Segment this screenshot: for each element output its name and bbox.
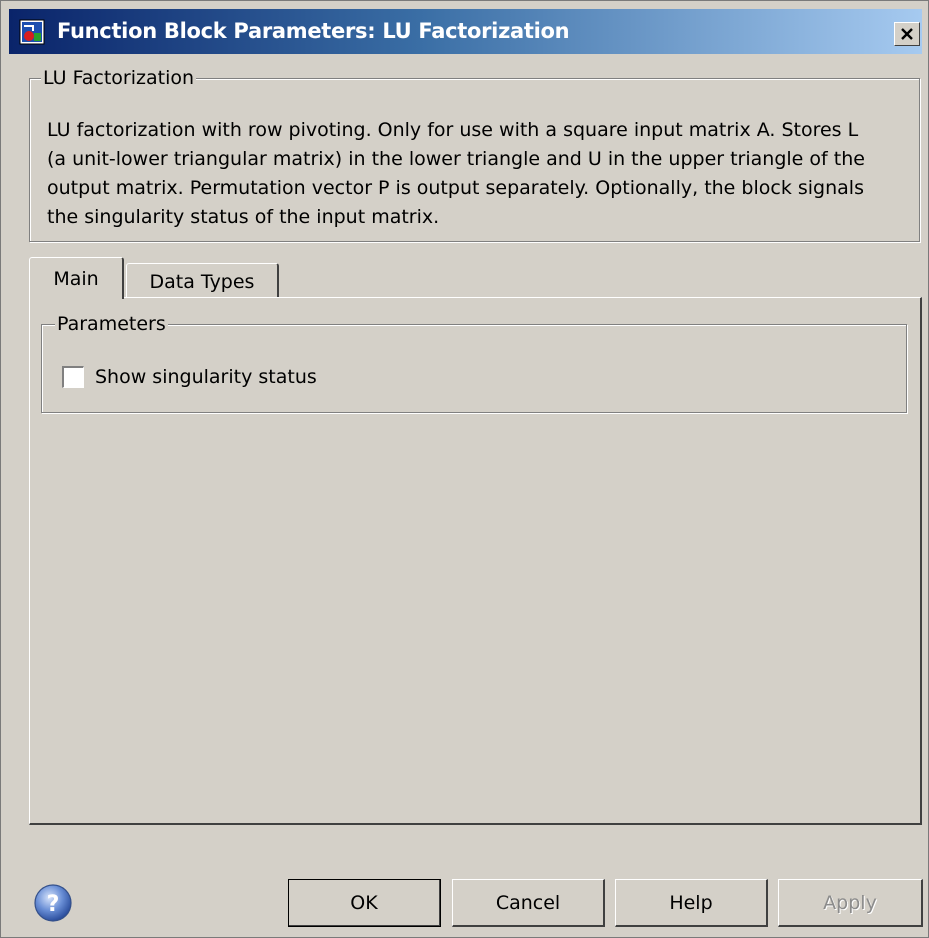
apply-button[interactable]: Apply [778,879,923,927]
block-description: LU factorization with row pivoting. Only… [47,116,907,232]
parameters-group-legend: Parameters [55,313,168,335]
svg-text:?: ? [47,892,60,917]
ok-button-label: OK [350,891,378,914]
tab-main[interactable]: Main [29,257,124,299]
active-tab-joint [30,296,122,299]
close-icon [901,28,913,40]
show-singularity-label[interactable]: Show singularity status [95,366,317,388]
apply-button-label: Apply [823,891,877,914]
help-button-label: Help [669,891,713,914]
tab-label: Data Types [149,271,255,293]
close-button[interactable] [894,22,920,46]
description-line: the singularity status of the input matr… [47,206,440,228]
description-group-legend: LU Factorization [41,67,197,89]
help-question-icon[interactable]: ? [33,883,73,923]
title-bar[interactable]: Function Block Parameters: LU Factorizat… [9,9,922,54]
cancel-button[interactable]: Cancel [452,879,605,927]
ok-button[interactable]: OK [288,879,441,927]
cancel-button-label: Cancel [495,891,561,914]
window-title: Function Block Parameters: LU Factorizat… [57,19,570,43]
description-line: LU factorization with row pivoting. Only… [47,119,859,141]
show-singularity-checkbox[interactable] [62,366,84,388]
description-line: output matrix. Permutation vector P is o… [47,177,864,199]
dialog-window: Function Block Parameters: LU Factorizat… [0,0,929,938]
simulink-block-icon [19,19,45,45]
description-line: (a unit-lower triangular matrix) in the … [47,148,865,170]
help-button[interactable]: Help [615,879,768,927]
tab-data-types[interactable]: Data Types [126,263,279,298]
tab-label: Main [53,268,99,290]
